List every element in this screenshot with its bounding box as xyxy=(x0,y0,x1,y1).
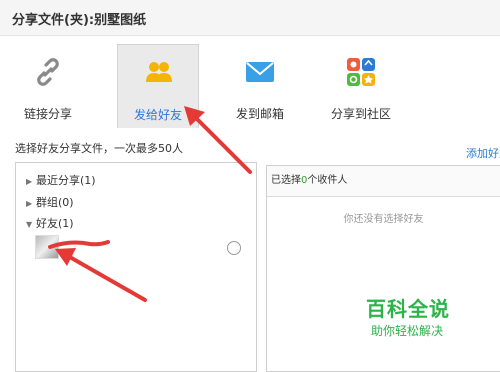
annotation-arrow-friend xyxy=(55,248,147,302)
annotation-arrow-tab xyxy=(184,106,252,174)
annotation-scribble xyxy=(48,240,110,249)
annotation-overlay xyxy=(48,106,252,302)
